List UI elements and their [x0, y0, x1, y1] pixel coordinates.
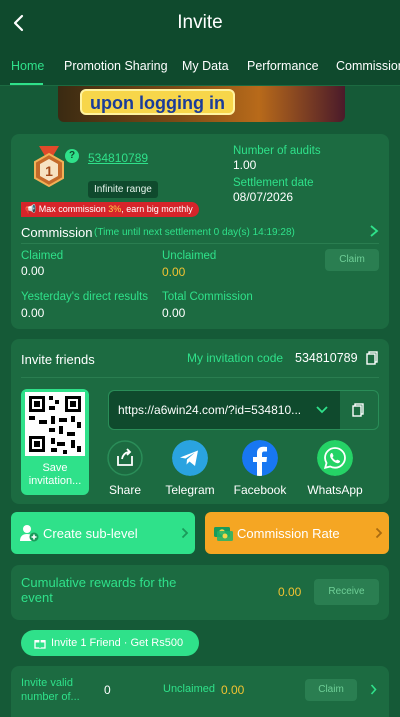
invite-link-text: https://a6win24.com/?id=534810... [118, 403, 302, 417]
total-commission-value: 0.00 [162, 306, 186, 320]
invitation-code-value: 534810789 [295, 351, 358, 365]
header: Invite [0, 0, 400, 46]
add-user-icon [20, 525, 39, 542]
user-id: 534810789 [88, 151, 149, 165]
tab-performance[interactable]: Performance [247, 59, 319, 73]
tab-promotion-sharing[interactable]: Promotion Sharing [64, 59, 168, 73]
telegram-icon[interactable] [172, 440, 208, 476]
claimed-value: 0.00 [21, 264, 45, 278]
yesterday-value: 0.00 [21, 306, 45, 320]
qr-save-button[interactable]: Save invitation... [21, 389, 89, 495]
page-title: Invite [177, 12, 223, 33]
commission-card: 1 ? 534810789 Infinite range Number of a… [11, 134, 389, 329]
audits-label: Number of audits [233, 145, 321, 157]
total-commission-label: Total Commission [162, 291, 253, 303]
create-sublevel-button[interactable]: Create sub-level [11, 512, 195, 554]
unclaimed-label: Unclaimed [163, 683, 215, 695]
claim-reward-button[interactable]: Claim [305, 679, 357, 701]
chevron-right-icon[interactable] [370, 684, 377, 695]
settlement-value: 08/07/2026 [233, 190, 294, 204]
telegram-label: Telegram [165, 483, 215, 497]
valid-invites-value: 0 [104, 683, 111, 697]
unclaimed-value: 0.00 [162, 265, 186, 279]
yesterday-label: Yesterday's direct results [21, 291, 149, 303]
share-label: Share [108, 483, 142, 497]
audits-value: 1.00 [233, 158, 257, 172]
invitation-code-label: My invitation code [187, 351, 284, 365]
unclaimed-value: 0.00 [221, 683, 245, 697]
valid-invites-label: Invite valid number of... [21, 677, 80, 703]
cumulative-rewards-card: Cumulative rewards for the event 0.00 Re… [11, 565, 389, 620]
qr-code-icon [25, 392, 85, 456]
invite-card: Invite friends My invitation code 534810… [11, 339, 389, 504]
commission-title: Commission [21, 225, 93, 240]
range-badge: Infinite range [88, 181, 158, 198]
tab-commission[interactable]: Commission [336, 59, 400, 73]
cumulative-rewards-label: Cumulative rewards for the event [21, 575, 177, 605]
money-icon [214, 527, 233, 541]
max-commission-banner: 📢 Max commission 3%, earn big monthly [21, 202, 199, 217]
facebook-icon[interactable] [242, 440, 278, 476]
tab-bar: Home Promotion Sharing My Data Performan… [0, 46, 400, 86]
claim-commission-button[interactable]: Claim [325, 249, 379, 271]
settlement-label: Settlement date [233, 177, 314, 189]
chevron-right-icon [181, 527, 189, 539]
save-invitation-label: Save invitation... [28, 462, 82, 487]
invite-promo-label: Invite 1 Friend · Get Rs500 [51, 637, 184, 649]
commission-rate-button[interactable]: Commission Rate [205, 512, 389, 554]
gift-icon [34, 640, 46, 649]
invite-link-box: https://a6win24.com/?id=534810... [108, 390, 379, 430]
valid-invites-card: Invite valid number of... 0 Unclaimed 0.… [11, 666, 389, 717]
promo-banner[interactable]: upon logging in [58, 86, 345, 122]
divider [21, 377, 379, 378]
divider [21, 243, 379, 244]
facebook-label: Facebook [233, 483, 287, 497]
chevron-down-icon [316, 406, 328, 414]
copy-link-icon[interactable] [352, 403, 364, 417]
invite-promo-pill[interactable]: Invite 1 Friend · Get Rs500 [21, 630, 199, 656]
tab-home[interactable]: Home [11, 59, 44, 73]
whatsapp-label: WhatsApp [307, 483, 363, 497]
share-icon[interactable] [107, 440, 143, 476]
invite-link-select[interactable]: https://a6win24.com/?id=534810... [109, 391, 340, 429]
level-medal-icon: 1 [34, 146, 64, 188]
unclaimed-label: Unclaimed [162, 250, 217, 262]
banner-text: upon logging in [80, 89, 235, 115]
settlement-countdown: (Time until next settlement 0 day(s) 14:… [94, 227, 295, 238]
whatsapp-icon[interactable] [317, 440, 353, 476]
megaphone-icon: 📢 [25, 204, 37, 214]
copy-code-icon[interactable] [366, 351, 378, 365]
help-icon[interactable]: ? [65, 149, 79, 163]
active-tab-indicator [10, 83, 43, 85]
claimed-label: Claimed [21, 250, 64, 262]
chevron-right-icon [375, 527, 383, 539]
cumulative-rewards-value: 0.00 [278, 585, 302, 599]
tab-my-data[interactable]: My Data [182, 59, 229, 73]
invite-title: Invite friends [21, 352, 95, 367]
chevron-right-icon[interactable] [369, 224, 379, 238]
create-sublevel-label: Create sub-level [43, 526, 138, 541]
receive-button[interactable]: Receive [314, 579, 379, 605]
level-number: 1 [45, 163, 53, 179]
commission-rate-label: Commission Rate [237, 526, 340, 541]
